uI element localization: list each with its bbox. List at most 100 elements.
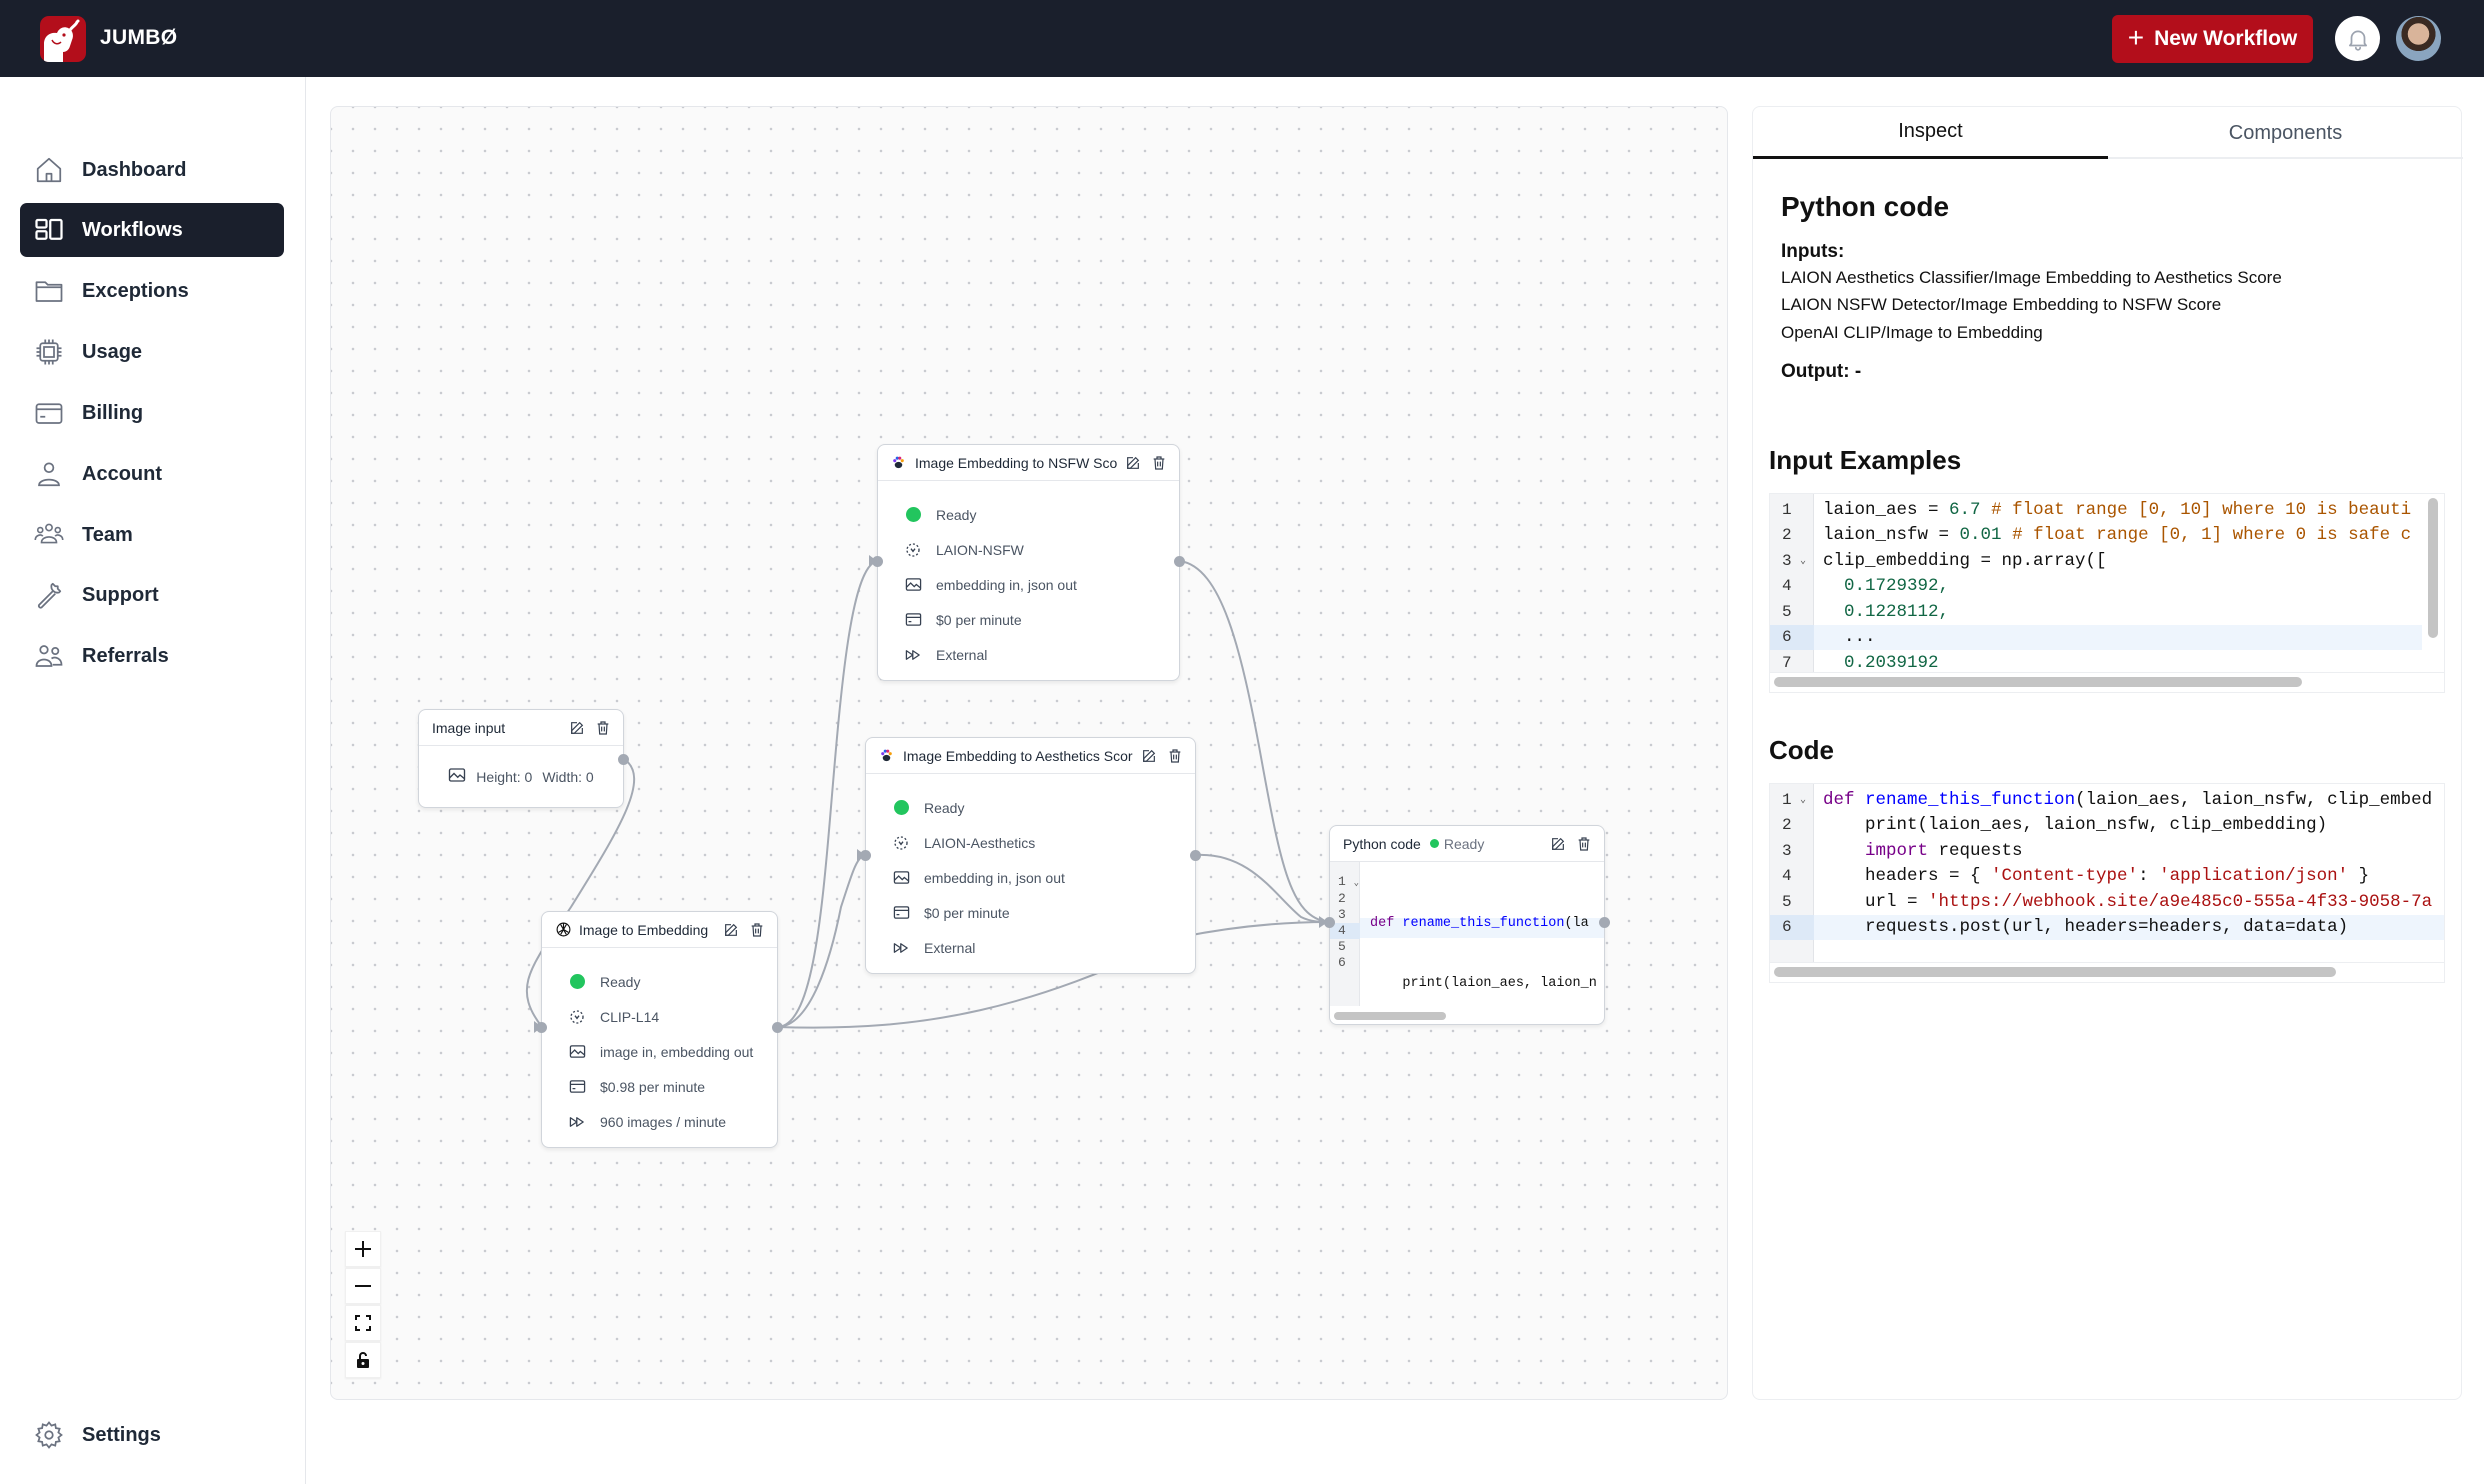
edit-icon[interactable] (721, 920, 741, 940)
input-handle[interactable] (1324, 917, 1335, 928)
zoom-out-button[interactable] (345, 1268, 381, 1304)
trash-icon[interactable] (747, 920, 767, 940)
sidebar-item-referrals[interactable]: Referrals (20, 629, 284, 683)
trash-icon[interactable] (1574, 834, 1594, 854)
workflows-icon (34, 215, 64, 245)
node-title: Image input (432, 719, 506, 736)
paw-icon (891, 454, 909, 472)
sidebar-item-label: Dashboard (82, 158, 187, 181)
sidebar-item-dashboard[interactable]: Dashboard (20, 143, 284, 197)
trash-icon[interactable] (1165, 746, 1185, 766)
image-icon (904, 576, 922, 594)
user-avatar[interactable] (2396, 16, 2441, 61)
node-title: Image Embedding to NSFW Score (915, 454, 1117, 471)
input-handle[interactable] (872, 556, 883, 567)
sidebar-item-label: Settings (82, 1423, 161, 1446)
image-icon (892, 869, 910, 887)
image-icon (448, 767, 466, 786)
inspect-panel: Inspect Components Python code Inputs: L… (1752, 106, 2463, 1400)
new-workflow-button[interactable]: + New Workflow (2112, 15, 2313, 63)
fit-view-button[interactable] (345, 1305, 381, 1341)
input-item: LAION Aesthetics Classifier/Image Embedd… (1781, 268, 2282, 287)
image-width: Width: 0 (542, 768, 594, 785)
edit-icon[interactable] (1548, 834, 1568, 854)
sidebar-item-settings[interactable]: Settings (20, 1408, 284, 1462)
node-image-input[interactable]: Image input Height: 0 Width: 0 (418, 709, 629, 808)
edit-icon[interactable] (1123, 453, 1143, 473)
horizontal-scrollbar[interactable] (1774, 967, 2336, 977)
image-height: Height: 0 (476, 768, 533, 785)
fold-chevron-icon[interactable]: ⌄ (1800, 555, 1806, 567)
zoom-in-button[interactable] (345, 1231, 381, 1267)
output-handle[interactable] (772, 1022, 783, 1033)
lock-button[interactable] (345, 1342, 381, 1378)
credit-card-icon (892, 904, 910, 922)
sidebar-item-team[interactable]: Team (20, 508, 284, 562)
fast-forward-icon (904, 646, 922, 664)
node-io: embedding in, json out (936, 576, 1077, 593)
sidebar-item-exceptions[interactable]: Exceptions (20, 264, 284, 318)
vertical-scrollbar[interactable] (2428, 498, 2438, 638)
code-line-active: 6 requests.post(url, headers=headers, da… (1770, 914, 2444, 940)
users-icon (34, 641, 64, 671)
sidebar-item-usage[interactable]: Usage (20, 325, 284, 379)
input-handle[interactable] (860, 850, 871, 861)
status-ready-icon (893, 800, 909, 815)
output-handle[interactable] (618, 754, 629, 765)
line-number: 2 (1338, 891, 1346, 906)
input-item: LAION NSFW Detector/Image Embedding to N… (1781, 295, 2222, 314)
model-icon (568, 1008, 586, 1026)
code-line-active: 6 ... (1770, 624, 2422, 650)
code-line: 5 0.1228112, (1782, 601, 1950, 622)
input-handle[interactable] (536, 1022, 547, 1033)
team-icon (34, 520, 64, 550)
code-line: 4 headers = { 'Content-type': 'applicati… (1782, 866, 2370, 887)
code-line: print(laion_aes, laion_n (1370, 976, 1597, 991)
sidebar-item-account[interactable]: Account (20, 447, 284, 501)
code-editor[interactable]: 1 ⌄ def rename_this_function(laion_aes, la… (1769, 783, 2445, 983)
sidebar-item-label: Team (82, 523, 133, 546)
sidebar-item-support[interactable]: Support (20, 568, 284, 622)
node-title: Image Embedding to Aesthetics Score (903, 747, 1133, 764)
status-ready-icon (905, 507, 921, 522)
node-io: image in, embedding out (600, 1043, 754, 1060)
workflow-canvas[interactable]: Image input Height: 0 Width: 0 Image to … (330, 106, 1728, 1400)
jumbo-logo-icon[interactable] (40, 16, 86, 62)
trash-icon[interactable] (1149, 453, 1169, 473)
edit-icon[interactable] (1139, 746, 1159, 766)
status-ready-icon (1429, 839, 1439, 848)
node-aesthetics-score[interactable]: Image Embedding to Aesthetics Score Read… (860, 737, 1201, 974)
output-handle[interactable] (1599, 917, 1610, 928)
node-nsfw-score[interactable]: Image Embedding to NSFW Score Ready LAIO… (872, 444, 1185, 681)
user-icon (34, 459, 64, 489)
horizontal-scrollbar[interactable] (1774, 677, 2302, 687)
input-item: OpenAI CLIP/Image to Embedding (1781, 323, 2043, 342)
folder-icon (34, 276, 64, 306)
python-code-preview[interactable]: 1 ⌄ 2 3 4 5 6 def rename_this_function(l… (1330, 862, 1604, 1024)
node-model: CLIP-L14 (600, 1008, 660, 1025)
tab-components[interactable]: Components (2108, 107, 2463, 159)
node-image-to-embedding[interactable]: Image to Embedding Ready CLIP-L14 image … (536, 911, 783, 1148)
output-handle[interactable] (1174, 556, 1185, 567)
fast-forward-icon (568, 1113, 586, 1131)
input-examples-title: Input Examples (1769, 445, 1962, 475)
trash-icon[interactable] (593, 718, 613, 738)
notifications-button[interactable] (2335, 16, 2380, 61)
sidebar-item-workflows[interactable]: Workflows (20, 203, 284, 257)
sidebar-item-billing[interactable]: Billing (20, 386, 284, 440)
input-examples-editor[interactable]: 1 laion_aes = 6.7 # float range [0, 10] w… (1769, 493, 2445, 693)
home-icon (34, 155, 64, 185)
bell-icon (2348, 30, 2367, 51)
sidebar-item-label: Usage (82, 340, 143, 363)
fold-chevron-icon[interactable]: ⌄ (1800, 794, 1806, 806)
node-price: $0.98 per minute (600, 1078, 706, 1095)
node-status: Ready (936, 506, 977, 523)
node-python-code[interactable]: Python code Ready 1 ⌄ 2 3 4 5 6 def rena… (1324, 825, 1610, 1025)
horizontal-scrollbar[interactable] (1334, 1012, 1446, 1020)
output-handle[interactable] (1190, 850, 1201, 861)
node-io: embedding in, json out (924, 869, 1065, 886)
tab-inspect[interactable]: Inspect (1753, 107, 2108, 159)
code-line: 4 0.1729392, (1782, 576, 1950, 597)
edit-icon[interactable] (567, 718, 587, 738)
new-workflow-label: New Workflow (2154, 27, 2298, 50)
